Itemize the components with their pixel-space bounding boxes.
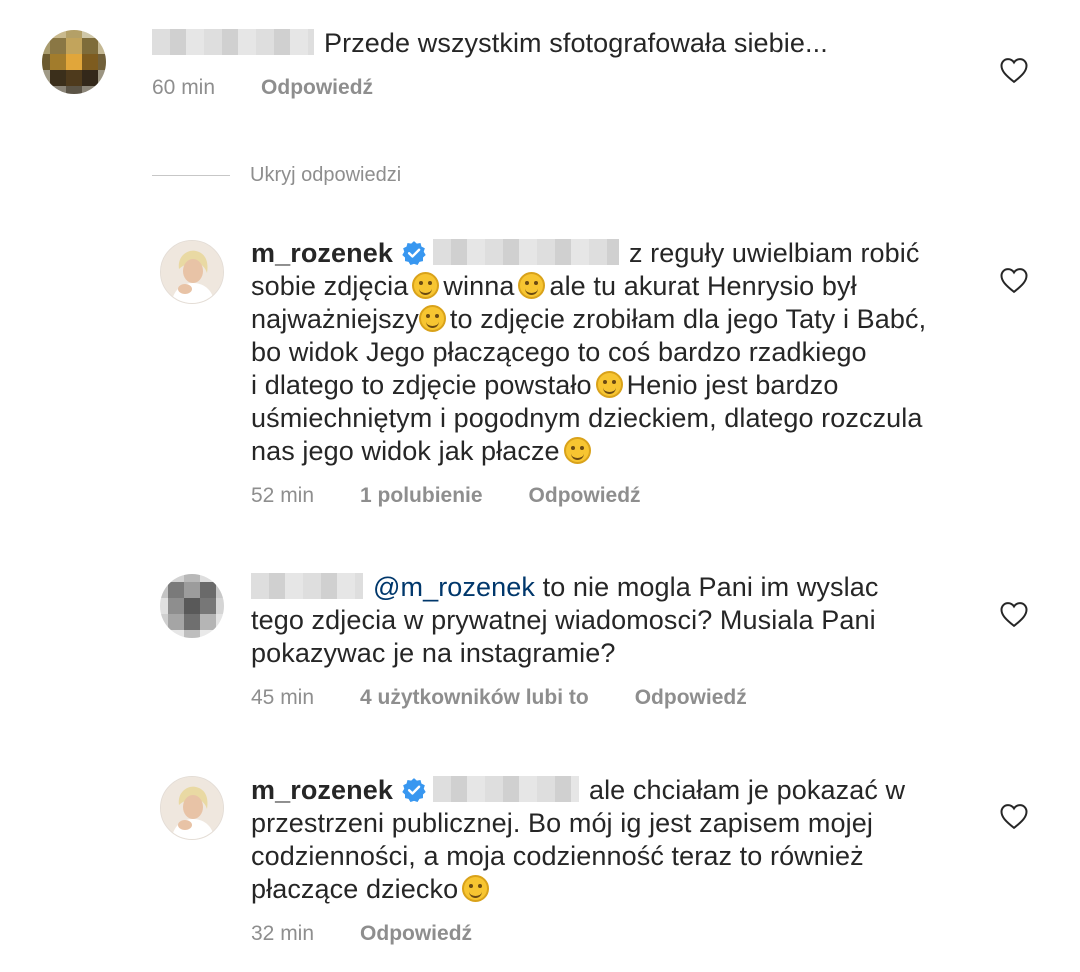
hide-replies-toggle[interactable]: Ukryj odpowiedzi [152,164,401,187]
profile-photo [161,241,223,303]
reply-button[interactable]: Odpowiedź [635,686,747,710]
reply-button[interactable]: Odpowiedź [529,484,641,508]
avatar[interactable] [42,30,106,94]
avatar[interactable] [160,240,224,304]
reply-button[interactable]: Odpowiedź [360,922,472,946]
comment-time: 60 min [152,76,216,99]
username[interactable]: m_rozenek [251,775,393,805]
verified-badge-icon [402,241,426,266]
avatar[interactable] [160,776,224,840]
comment-text: Przede wszystkim sfotografowała siebie..… [152,27,828,60]
reply-button[interactable]: Odpowiedź [261,76,373,100]
likes-count[interactable]: 4 użytkowników lubi to [360,686,589,710]
avatar[interactable] [160,574,224,638]
verified-badge-icon [402,778,426,803]
mention-link[interactable]: @m_rozenek [373,572,535,602]
profile-photo [161,777,223,839]
comment-meta: 32 min Odpowiedź [251,922,472,946]
smiling-emoji-icon [418,305,446,332]
likes-count[interactable]: 1 polubienie [360,484,483,508]
grinning-emoji-icon [412,272,440,299]
comment-text: @m_rozenek to nie mogla Pani im wyslac t… [251,572,879,668]
comment-meta: 60 min Odpowiedź [152,76,373,100]
grinning-emoji-icon [563,437,591,464]
blurred-username[interactable] [251,573,363,599]
smiling-emoji-icon [595,371,623,398]
blurred-mention[interactable] [432,776,579,802]
comment-time: 32 min [251,922,315,945]
heart-outline-icon[interactable] [999,600,1029,628]
blurred-mention[interactable] [432,239,619,265]
comment-time: 52 min [251,484,315,507]
smiling-emoji-icon [462,875,490,902]
heart-outline-icon[interactable] [999,56,1029,84]
hide-replies-label[interactable]: Ukryj odpowiedzi [250,164,401,187]
comment-text: m_rozenek z reguły uwielbiam robić sobie … [251,238,927,466]
comment-meta: 45 min 4 użytkowników lubi to Odpowiedź [251,686,747,710]
username[interactable]: m_rozenek [251,238,393,268]
divider [152,175,230,176]
comment-meta: 52 min 1 polubienie Odpowiedź [251,484,641,508]
comment-text: m_rozenek ale chciałam je pokazać w przes… [251,775,906,904]
heart-outline-icon[interactable] [999,266,1029,294]
tears-of-joy-emoji-icon [518,272,546,299]
blurred-username[interactable] [152,29,314,55]
heart-outline-icon[interactable] [999,802,1029,830]
comment-time: 45 min [251,686,315,709]
